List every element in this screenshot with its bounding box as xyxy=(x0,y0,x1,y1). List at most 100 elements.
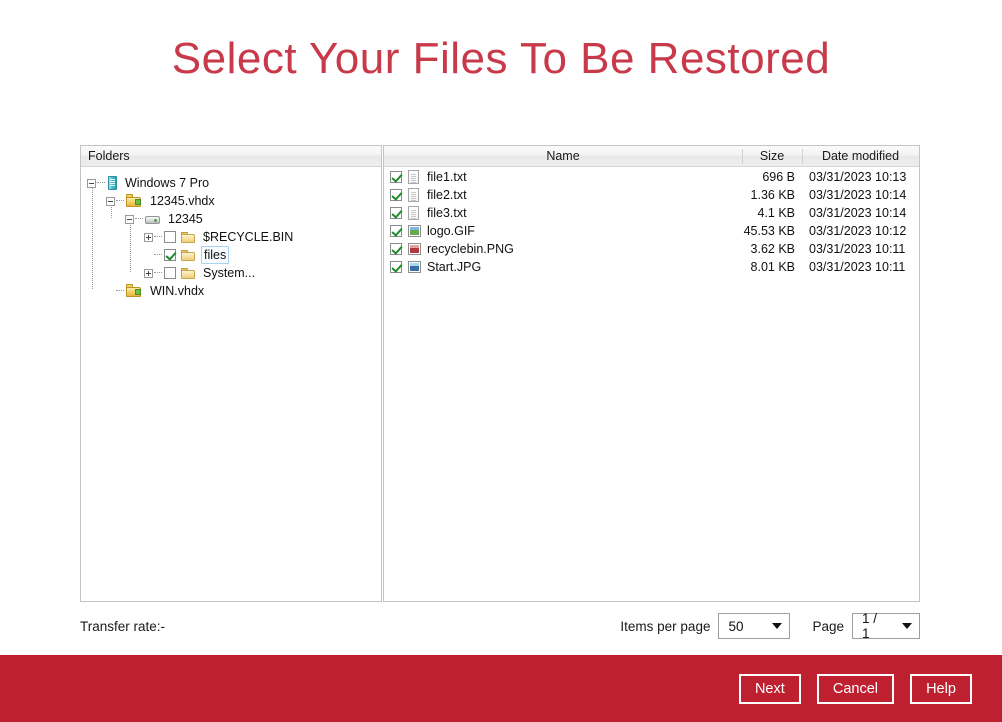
tree-node[interactable]: 12345 xyxy=(81,210,381,228)
help-button[interactable]: Help xyxy=(910,673,972,704)
items-per-page-group: Items per page 50 xyxy=(620,613,791,639)
file-checkbox[interactable] xyxy=(390,243,402,255)
items-per-page-select[interactable]: 50 xyxy=(718,613,791,639)
image-file-icon xyxy=(408,242,421,256)
tree-connector-stub xyxy=(116,200,124,202)
file-row[interactable]: logo.GIF 45.53 KB 03/31/2023 10:12 xyxy=(384,222,919,240)
chevron-down-icon xyxy=(902,623,912,629)
file-name-cell: Start.JPG xyxy=(384,259,742,275)
file-list-pane: Name Size Date modified file1.txt 696 B 03… xyxy=(383,145,920,602)
file-name-cell: file3.txt xyxy=(384,205,742,221)
file-row[interactable]: file3.txt 4.1 KB 03/31/2023 10:14 xyxy=(384,204,919,222)
file-size: 3.62 KB xyxy=(750,242,795,256)
file-date-modified: 03/31/2023 10:13 xyxy=(809,170,907,184)
folder-icon xyxy=(181,267,196,280)
file-name: recyclebin.PNG xyxy=(427,242,514,256)
collapse-node-icon[interactable] xyxy=(125,214,134,224)
page-group: Page 1 / 1 xyxy=(790,611,920,641)
expand-node-icon[interactable] xyxy=(144,232,153,242)
file-size: 45.53 KB xyxy=(743,224,795,238)
folder-checkbox[interactable] xyxy=(164,267,176,279)
tree-node-label: System... xyxy=(203,266,256,280)
image-file-icon xyxy=(408,260,421,274)
page-title: Select Your Files To Be Restored xyxy=(171,34,831,83)
folder-icon xyxy=(181,231,196,244)
file-name: file2.txt xyxy=(427,188,467,202)
file-row[interactable]: file2.txt 1.36 KB 03/31/2023 10:14 xyxy=(384,186,919,204)
file-date-modified: 03/31/2023 10:14 xyxy=(809,206,907,220)
file-date-modified: 03/31/2023 10:14 xyxy=(809,188,907,202)
action-bar: Next Cancel Help xyxy=(0,655,1002,722)
tree-connector-stub xyxy=(154,272,162,274)
file-checkbox[interactable] xyxy=(390,189,402,201)
folder-tree-body: Windows 7 Pro 12345.vhdx 12345 $RECYCLE.BIN… xyxy=(81,168,381,601)
column-header-folders: Folders xyxy=(88,148,130,163)
folder-icon xyxy=(181,249,196,262)
page-select[interactable]: 1 / 1 xyxy=(852,611,920,641)
file-name: file1.txt xyxy=(427,170,467,184)
computer-icon xyxy=(107,175,118,191)
expand-node-icon[interactable] xyxy=(144,268,153,278)
file-browser: Folders Windows 7 Pro 12345.vhdx 12345 $REC… xyxy=(80,145,920,602)
column-header-name[interactable]: Name xyxy=(384,146,742,167)
tree-node[interactable]: WIN.vhdx xyxy=(81,282,381,300)
tree-node[interactable]: 12345.vhdx xyxy=(81,192,381,210)
file-checkbox[interactable] xyxy=(390,171,402,183)
cancel-button[interactable]: Cancel xyxy=(816,673,894,704)
file-name-cell: file2.txt xyxy=(384,187,742,203)
tree-node-label: files xyxy=(201,246,230,264)
pagination-controls: Transfer rate:- Items per page 50 Page 1… xyxy=(80,610,920,642)
file-name-cell: recyclebin.PNG xyxy=(384,241,742,257)
file-row[interactable]: Start.JPG 8.01 KB 03/31/2023 10:11 xyxy=(384,258,919,276)
file-name: logo.GIF xyxy=(427,224,475,238)
file-size: 696 B xyxy=(762,170,795,184)
folder-checkbox[interactable] xyxy=(164,231,176,243)
folder-tree-pane: Folders Windows 7 Pro 12345.vhdx 12345 $REC… xyxy=(80,145,382,602)
folder-checkbox[interactable] xyxy=(164,249,176,261)
file-date-modified: 03/31/2023 10:11 xyxy=(809,242,906,256)
tree-expander-spacer xyxy=(144,251,154,260)
column-header-size[interactable]: Size xyxy=(742,146,802,167)
tree-node-label: Windows 7 Pro xyxy=(125,176,210,190)
file-name-cell: file1.txt xyxy=(384,169,742,185)
collapse-node-icon[interactable] xyxy=(87,178,96,188)
tree-connector-stub xyxy=(116,290,124,292)
collapse-node-icon[interactable] xyxy=(106,196,115,206)
tree-node[interactable]: files xyxy=(81,246,381,264)
file-row[interactable]: recyclebin.PNG 3.62 KB 03/31/2023 10:11 xyxy=(384,240,919,258)
tree-node-label: 12345.vhdx xyxy=(150,194,215,208)
file-size: 4.1 KB xyxy=(757,206,795,220)
page-label: Page xyxy=(812,618,844,634)
vhd-disk-icon xyxy=(126,283,143,299)
file-checkbox[interactable] xyxy=(390,261,402,273)
text-file-icon xyxy=(408,187,421,203)
file-list-body: file1.txt 696 B 03/31/2023 10:13 file2.txt 1… xyxy=(384,168,919,601)
file-row[interactable]: file1.txt 696 B 03/31/2023 10:13 xyxy=(384,168,919,186)
file-date-modified: 03/31/2023 10:12 xyxy=(809,224,907,238)
tree-connector-stub xyxy=(154,236,162,238)
page-value: 1 / 1 xyxy=(862,611,878,641)
file-checkbox[interactable] xyxy=(390,207,402,219)
file-list-header: Name Size Date modified xyxy=(384,146,919,167)
items-per-page-value: 50 xyxy=(728,618,744,634)
column-header-date-modified[interactable]: Date modified xyxy=(802,146,919,167)
tree-node[interactable]: $RECYCLE.BIN xyxy=(81,228,381,246)
tree-connector-stub xyxy=(135,218,143,220)
file-name: file3.txt xyxy=(427,206,467,220)
tree-expander-spacer xyxy=(106,287,116,296)
file-size: 8.01 KB xyxy=(750,260,795,274)
next-button[interactable]: Next xyxy=(738,673,801,704)
chevron-down-icon xyxy=(772,623,783,629)
tree-node[interactable]: System... xyxy=(81,264,381,282)
file-checkbox[interactable] xyxy=(390,225,402,237)
text-file-icon xyxy=(408,169,421,185)
tree-node-label: $RECYCLE.BIN xyxy=(203,230,294,244)
tree-connector-stub xyxy=(154,254,162,256)
tree-node[interactable]: Windows 7 Pro xyxy=(81,174,381,192)
file-name: Start.JPG xyxy=(427,260,482,274)
